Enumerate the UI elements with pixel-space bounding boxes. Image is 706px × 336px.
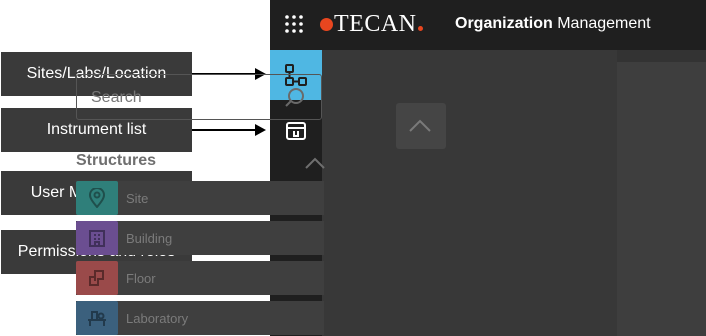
- top-bar: TECAN Organization Management: [270, 0, 706, 50]
- list-item-building[interactable]: Building: [76, 221, 324, 255]
- list-item-label: Building: [126, 231, 173, 246]
- logo-dot-icon: [320, 17, 333, 31]
- list-item-site[interactable]: Site: [76, 181, 324, 215]
- list-item-label: Laboratory: [126, 311, 189, 326]
- structures-title: Structures: [76, 152, 157, 169]
- location-pin-icon: [76, 181, 118, 215]
- content-header-strip: [617, 50, 706, 62]
- building-icon: [76, 221, 118, 255]
- structures-header[interactable]: Structures: [76, 152, 326, 174]
- search-icon[interactable]: [283, 86, 307, 110]
- instrument-icon: [286, 122, 306, 140]
- callout-label: Instrument list: [46, 121, 147, 138]
- logo-period-icon: [417, 26, 423, 31]
- search-input[interactable]: Search: [76, 74, 322, 120]
- list-item-floor[interactable]: Floor: [76, 261, 324, 295]
- app-window: TECAN Organization Management: [270, 0, 706, 336]
- floor-plan-icon: [76, 261, 118, 295]
- list-item-laboratory[interactable]: Laboratory: [76, 301, 324, 335]
- page-title-bold: Organization: [455, 15, 553, 32]
- lab-bench-icon: [76, 301, 118, 335]
- scroll-up-button[interactable]: [396, 103, 446, 149]
- content-area: [617, 50, 706, 336]
- page-title-rest: Management: [552, 15, 651, 32]
- list-item-label: Floor: [126, 271, 156, 286]
- chevron-up-icon[interactable]: [304, 156, 326, 170]
- app-grid-icon[interactable]: [284, 14, 304, 34]
- page-title: Organization Management: [455, 15, 651, 33]
- callout-arrow: [192, 124, 266, 136]
- tecan-logo: TECAN: [320, 9, 423, 39]
- logo-text: TECAN: [334, 10, 417, 37]
- chevron-up-icon: [409, 119, 431, 132]
- list-item-label: Site: [126, 191, 149, 206]
- search-placeholder: Search: [91, 89, 142, 106]
- structure-panel: [322, 50, 617, 336]
